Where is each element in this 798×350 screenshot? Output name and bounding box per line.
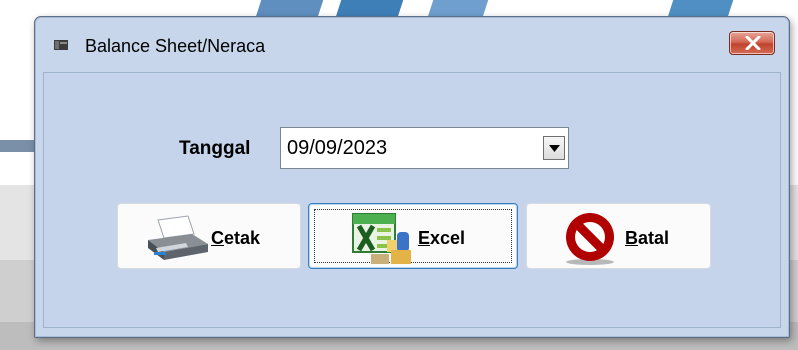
print-button[interactable]: Cetak: [117, 203, 301, 269]
cancel-button[interactable]: Batal: [526, 203, 711, 269]
window-title: Balance Sheet/Neraca: [85, 36, 266, 56]
date-value[interactable]: 09/09/2023: [287, 137, 387, 160]
window-app-icon: [54, 38, 68, 50]
excel-export-icon: [351, 210, 413, 271]
chevron-down-icon: [549, 145, 560, 152]
cancel-button-label: Batal: [625, 228, 670, 248]
prohibited-sign-icon: [559, 211, 621, 270]
dialog-window: Balance Sheet/Neraca Tanggal 09/09/2023: [34, 16, 790, 338]
dropdown-button[interactable]: [543, 136, 565, 160]
print-button-label: Cetak: [211, 228, 261, 248]
date-label: Tanggal: [179, 138, 251, 159]
excel-button[interactable]: Excel: [308, 203, 518, 269]
close-button[interactable]: [729, 31, 775, 55]
focus-rectangle: [314, 209, 512, 263]
excel-button-label: Excel: [418, 228, 466, 248]
close-icon: [745, 36, 761, 50]
date-combobox[interactable]: 09/09/2023: [280, 127, 569, 169]
title-bar[interactable]: Balance Sheet/Neraca: [35, 17, 789, 73]
dialog-body: [43, 72, 781, 328]
printer-icon: [142, 214, 212, 267]
